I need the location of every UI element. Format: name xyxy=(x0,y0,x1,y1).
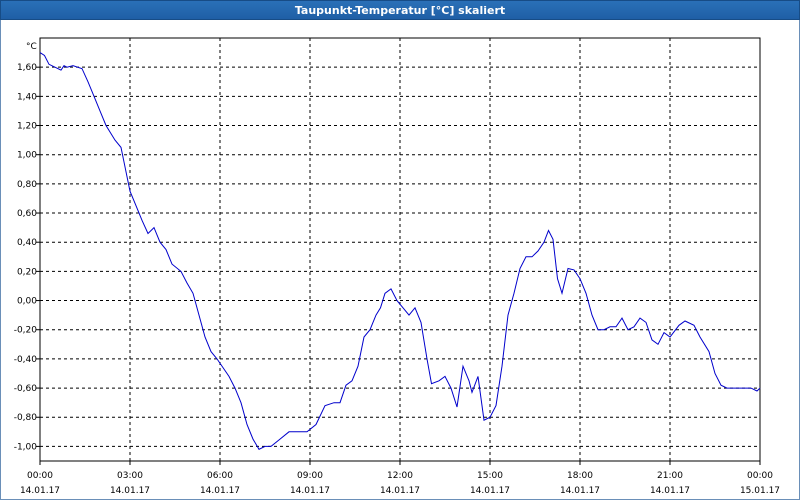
y-tick-label: 0,20 xyxy=(17,267,37,277)
x-tick-date-label: 14.01.17 xyxy=(650,486,690,496)
x-tick-date-label: 14.01.17 xyxy=(200,486,240,496)
y-tick-label: -0,60 xyxy=(14,384,38,394)
y-tick-label: 1,20 xyxy=(17,122,37,132)
x-tick-time-label: 06:00 xyxy=(207,471,233,481)
taupunkt-chart: °C 1,60 1,40 1,20 1,00 0,80 0,60 0,40 0,20 0,00 -… xyxy=(14,37,780,496)
y-tick-label: 0,40 xyxy=(17,238,37,248)
x-tick-date-label: 14.01.17 xyxy=(290,486,330,496)
x-tick-date-label: 14.01.17 xyxy=(20,486,60,496)
y-tick-label: 1,60 xyxy=(17,63,37,73)
y-axis-unit-label: °C xyxy=(26,42,37,52)
y-tick-label: -0,80 xyxy=(14,413,38,423)
y-tick-label: -0,40 xyxy=(14,355,38,365)
x-tick-time-label: 21:00 xyxy=(657,471,683,481)
y-tick-label: 1,00 xyxy=(17,151,37,161)
x-tick-date-label: 14.01.17 xyxy=(470,486,510,496)
y-tick-label: 1,40 xyxy=(17,92,37,102)
x-tick-time-label: 12:00 xyxy=(387,471,413,481)
y-tick-label: -0,20 xyxy=(14,326,38,336)
x-tick-time-label: 03:00 xyxy=(117,471,143,481)
x-tick-date-label: 15.01.17 xyxy=(740,486,780,496)
x-tick-date-label: 14.01.17 xyxy=(110,486,150,496)
x-tick-time-label: 15:00 xyxy=(477,471,503,481)
x-tick-time-label: 09:00 xyxy=(297,471,323,481)
y-tick-label: 0,60 xyxy=(17,209,37,219)
x-tick-date-label: 14.01.17 xyxy=(560,486,600,496)
y-tick-label: 0,00 xyxy=(17,297,37,307)
y-tick-label: 0,80 xyxy=(17,180,37,190)
x-tick-date-label: 14.01.17 xyxy=(380,486,420,496)
y-tick-label: -1,00 xyxy=(14,442,38,452)
x-tick-time-label: 18:00 xyxy=(567,471,593,481)
x-tick-time-label: 00:00 xyxy=(747,471,773,481)
x-tick-time-label: 00:00 xyxy=(27,471,53,481)
